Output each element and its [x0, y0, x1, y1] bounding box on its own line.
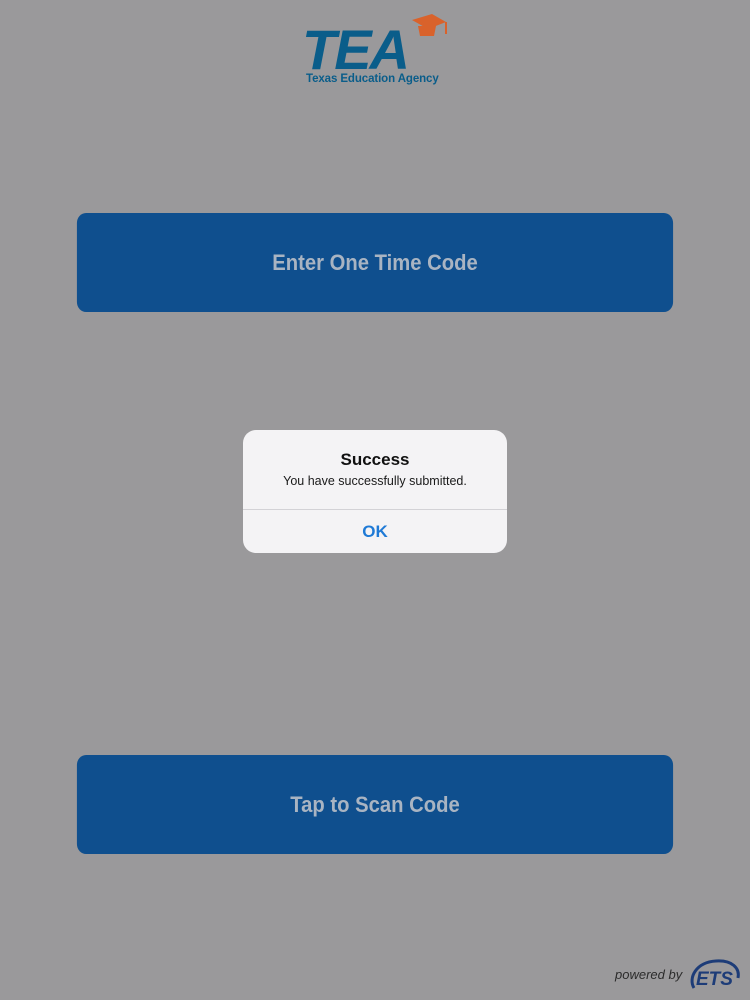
tea-logo: TEA Texas Education Agency: [300, 12, 450, 92]
logo-subtitle: Texas Education Agency: [306, 73, 439, 85]
ets-wordmark: ETS: [696, 969, 733, 990]
alert-message: You have successfully submitted.: [283, 474, 467, 488]
tap-to-scan-code-label: Tap to Scan Code: [290, 791, 460, 817]
success-alert-dialog: Success You have successfully submitted.…: [243, 430, 507, 553]
alert-title: Success: [340, 450, 410, 469]
ets-logo-icon: ETS: [690, 959, 740, 990]
enter-one-time-code-label: Enter One Time Code: [272, 249, 478, 275]
tap-to-scan-code-button[interactable]: Tap to Scan Code: [76, 755, 674, 854]
enter-one-time-code-button[interactable]: Enter One Time Code: [76, 213, 674, 312]
graduation-cap-icon: [412, 14, 447, 36]
powered-by-text: powered by: [615, 967, 683, 982]
alert-ok-button[interactable]: OK: [243, 510, 507, 553]
tea-wordmark: TEA: [302, 18, 408, 81]
powered-by-ets: powered by ETS: [612, 958, 742, 994]
